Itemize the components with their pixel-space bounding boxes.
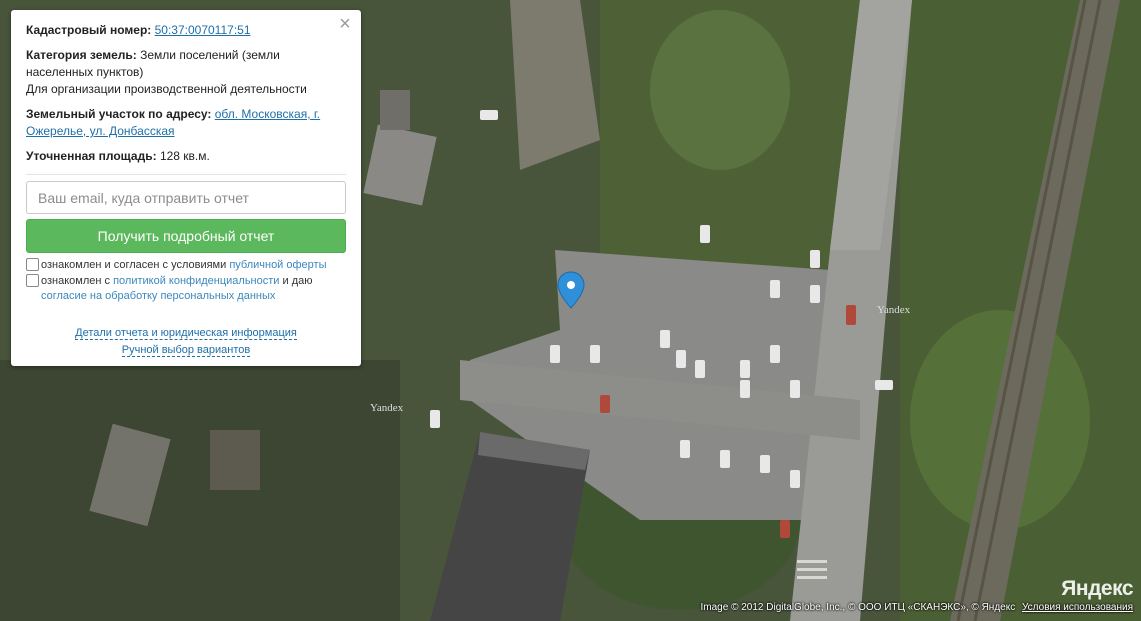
public-offer-link[interactable]: публичной оферты xyxy=(229,259,326,271)
cadastral-number-row: Кадастровый номер: 50:37:0070117:51 xyxy=(26,22,342,39)
address-label: Земельный участок по адресу: xyxy=(26,107,212,121)
divider xyxy=(26,174,346,175)
cadastral-info-popup: × Кадастровый номер: 50:37:0070117:51 Ка… xyxy=(11,10,361,366)
get-report-button[interactable]: Получить подробный отчет xyxy=(26,219,346,253)
map-copyright: Image © 2012 DigitalGlobe, Inc., © ООО И… xyxy=(701,602,1133,613)
privacy-label-end: и даю xyxy=(279,275,313,287)
manual-selection-link[interactable]: Ручной выбор вариантов xyxy=(121,344,251,357)
map-watermark-label: Yandex xyxy=(877,304,911,316)
land-category-label: Категория земель: xyxy=(26,48,137,62)
offer-agreement-label: ознакомлен и согласен с условиями xyxy=(41,259,230,271)
offer-agreement-checkbox[interactable] xyxy=(26,258,39,271)
map-watermark-label: Yandex xyxy=(370,402,404,414)
privacy-agreement-checkbox[interactable] xyxy=(26,274,39,287)
address-row: Земельный участок по адресу: обл. Москов… xyxy=(26,106,342,140)
terms-of-use-link[interactable]: Условия использования xyxy=(1022,602,1133,613)
area-value: 128 кв.м. xyxy=(159,149,210,163)
cadastral-number-link[interactable]: 50:37:0070117:51 xyxy=(155,23,251,37)
land-category-row: Категория земель: Земли поселений (земли… xyxy=(26,47,342,98)
offer-agreement-text: ознакомлен и согласен с условиями публич… xyxy=(41,258,341,273)
area-row: Уточненная площадь: 128 кв.м. xyxy=(26,148,342,165)
cadastral-number-label: Кадастровый номер: xyxy=(26,23,152,37)
privacy-policy-link[interactable]: политикой конфиденциальности xyxy=(113,275,279,287)
privacy-agreement-text: ознакомлен с политикой конфиденциальност… xyxy=(41,274,341,304)
report-details-link[interactable]: Детали отчета и юридическая информация xyxy=(75,327,297,340)
copyright-text: Image © 2012 DigitalGlobe, Inc., © ООО И… xyxy=(700,602,1016,613)
yandex-logo: Яндекс xyxy=(1061,577,1133,600)
manual-selection-row: Ручной выбор вариантов xyxy=(11,342,361,359)
email-field[interactable] xyxy=(26,181,346,214)
privacy-label-start: ознакомлен с xyxy=(41,275,114,287)
area-label: Уточненная площадь: xyxy=(26,149,157,163)
personal-data-consent-link[interactable]: согласие на обработку персональных данны… xyxy=(41,290,275,302)
report-details-row: Детали отчета и юридическая информация xyxy=(11,325,361,342)
land-use-value: Для организации производственной деятель… xyxy=(26,82,307,96)
